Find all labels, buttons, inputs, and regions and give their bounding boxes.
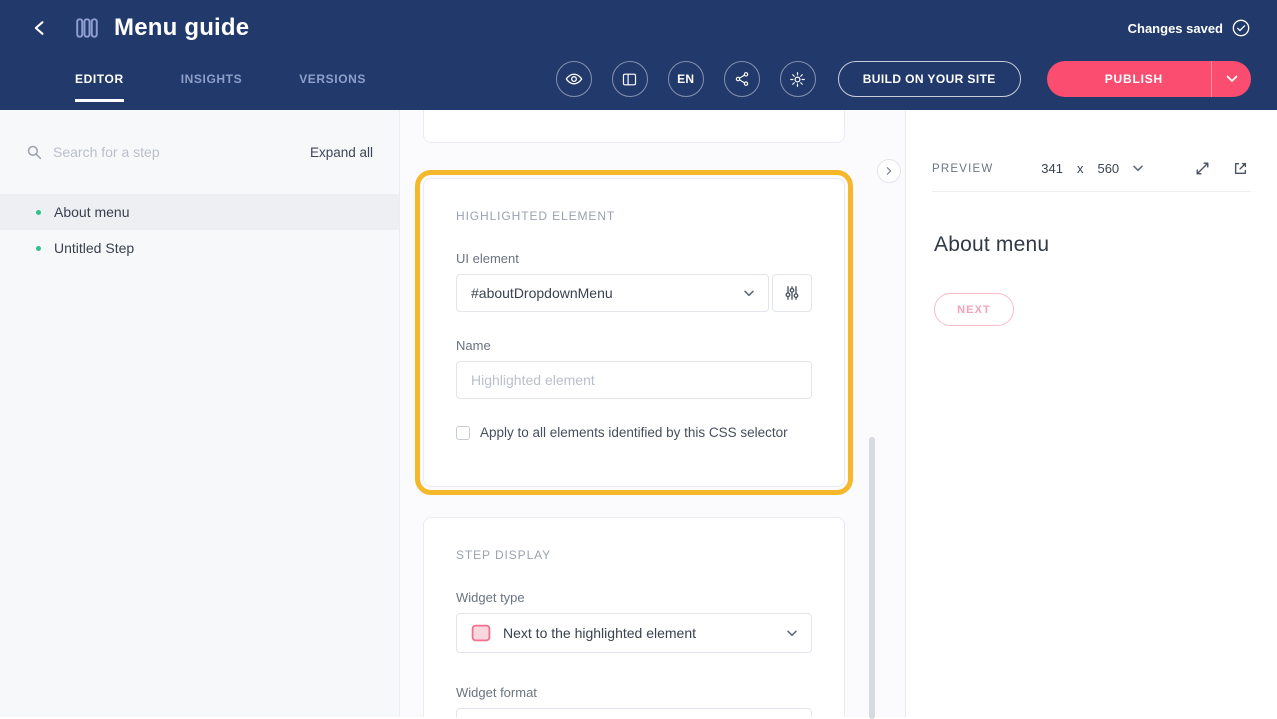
chevron-down-icon bbox=[744, 290, 754, 297]
language-button[interactable]: EN bbox=[668, 61, 704, 97]
chevron-left-icon bbox=[30, 18, 50, 38]
preview-next-button[interactable]: NEXT bbox=[934, 293, 1014, 326]
header-tabs: EDITOR INSIGHTS VERSIONS bbox=[75, 56, 366, 102]
preview-title: PREVIEW bbox=[932, 163, 993, 175]
preview-size-dropdown[interactable]: 341 x 560 bbox=[1041, 161, 1143, 176]
check-circle-icon bbox=[1231, 18, 1251, 38]
apply-selector-checkbox[interactable] bbox=[456, 426, 470, 440]
language-label: EN bbox=[677, 72, 694, 86]
page-title: Menu guide bbox=[114, 14, 249, 42]
publish-dropdown-button[interactable] bbox=[1211, 61, 1251, 97]
preview-height-value: 560 bbox=[1097, 161, 1119, 176]
layout-panel-icon bbox=[621, 71, 638, 88]
share-button[interactable] bbox=[724, 61, 760, 97]
changes-saved-status: Changes saved bbox=[1128, 18, 1251, 38]
expand-arrows-icon bbox=[1194, 160, 1211, 177]
chevron-right-icon bbox=[883, 165, 895, 177]
build-on-your-site-button[interactable]: BUILD ON YOUR SITE bbox=[838, 61, 1021, 97]
widget-format-label: Widget format bbox=[456, 685, 812, 700]
step-label: About menu bbox=[54, 204, 130, 220]
step-item-about-menu[interactable]: About menu bbox=[0, 194, 399, 230]
publish-button-group: PUBLISH bbox=[1047, 61, 1251, 97]
preview-body: About menu NEXT bbox=[906, 233, 1277, 326]
ui-element-select[interactable]: #aboutDropdownMenu bbox=[456, 274, 769, 312]
widget-type-select[interactable]: Next to the highlighted element bbox=[456, 613, 812, 653]
collapse-panel-button[interactable] bbox=[877, 159, 901, 183]
settings-button[interactable] bbox=[780, 61, 816, 97]
step-status-dot bbox=[36, 210, 41, 215]
search-icon bbox=[26, 144, 43, 161]
layout-panel-button[interactable] bbox=[612, 61, 648, 97]
card-partial-top bbox=[423, 110, 845, 143]
eye-icon bbox=[565, 70, 583, 88]
gear-icon bbox=[789, 71, 806, 88]
search-step-input[interactable] bbox=[53, 144, 300, 160]
preview-panel: PREVIEW 341 x 560 bbox=[905, 110, 1277, 717]
apply-selector-checkbox-label: Apply to all elements identified by this… bbox=[480, 425, 788, 440]
back-button[interactable] bbox=[26, 14, 54, 42]
tab-editor[interactable]: EDITOR bbox=[75, 56, 124, 102]
preview-eye-button[interactable] bbox=[556, 61, 592, 97]
highlighted-element-card: HIGHLIGHTED ELEMENT UI element #aboutDro… bbox=[423, 178, 845, 487]
widget-type-label: Widget type bbox=[456, 590, 812, 605]
chevron-down-icon bbox=[1226, 75, 1238, 83]
widget-format-select[interactable] bbox=[456, 708, 812, 717]
selector-settings-button[interactable] bbox=[772, 274, 812, 312]
step-status-dot bbox=[36, 246, 41, 251]
name-label: Name bbox=[456, 338, 812, 353]
widget-type-icon bbox=[471, 624, 491, 642]
selected-section-highlight-ring: HIGHLIGHTED ELEMENT UI element #aboutDro… bbox=[415, 170, 853, 495]
preview-width-value: 341 bbox=[1041, 161, 1063, 176]
editor-scrollbar-thumb[interactable] bbox=[869, 437, 875, 719]
changes-saved-label: Changes saved bbox=[1128, 21, 1223, 36]
section-title: STEP DISPLAY bbox=[456, 548, 812, 562]
section-title: HIGHLIGHTED ELEMENT bbox=[456, 209, 812, 223]
highlighted-element-name-input[interactable] bbox=[456, 361, 812, 399]
apply-selector-checkbox-row[interactable]: Apply to all elements identified by this… bbox=[456, 425, 812, 440]
step-editor-panel: HIGHLIGHTED ELEMENT UI element #aboutDro… bbox=[400, 110, 905, 717]
header: Menu guide Changes saved EDITOR INSIGHTS… bbox=[0, 0, 1277, 110]
ui-element-label: UI element bbox=[456, 251, 812, 266]
tab-versions[interactable]: VERSIONS bbox=[299, 56, 366, 102]
chevron-down-icon bbox=[787, 630, 797, 637]
chevron-down-icon bbox=[1133, 165, 1143, 172]
app: Menu guide Changes saved EDITOR INSIGHTS… bbox=[0, 0, 1277, 717]
step-item-untitled-step[interactable]: Untitled Step bbox=[0, 230, 399, 266]
step-label: Untitled Step bbox=[54, 240, 134, 256]
preview-step-heading: About menu bbox=[934, 233, 1249, 257]
app-logo-icon bbox=[74, 15, 100, 41]
tab-insights[interactable]: INSIGHTS bbox=[181, 56, 242, 102]
widget-type-value: Next to the highlighted element bbox=[503, 625, 775, 641]
preview-size-separator: x bbox=[1077, 161, 1084, 176]
preview-fullscreen-button[interactable] bbox=[1191, 158, 1213, 180]
step-display-card: STEP DISPLAY Widget type Next to the hig… bbox=[423, 517, 845, 717]
expand-all-link[interactable]: Expand all bbox=[310, 145, 373, 160]
open-in-new-tab-button[interactable] bbox=[1229, 158, 1251, 180]
publish-button[interactable]: PUBLISH bbox=[1047, 61, 1211, 97]
external-link-icon bbox=[1232, 160, 1249, 177]
step-list: About menu Untitled Step bbox=[0, 194, 399, 266]
share-icon bbox=[734, 71, 750, 87]
ui-element-value: #aboutDropdownMenu bbox=[471, 285, 744, 301]
steps-sidebar: Expand all About menu Untitled Step bbox=[0, 110, 400, 717]
sliders-icon bbox=[784, 285, 800, 301]
